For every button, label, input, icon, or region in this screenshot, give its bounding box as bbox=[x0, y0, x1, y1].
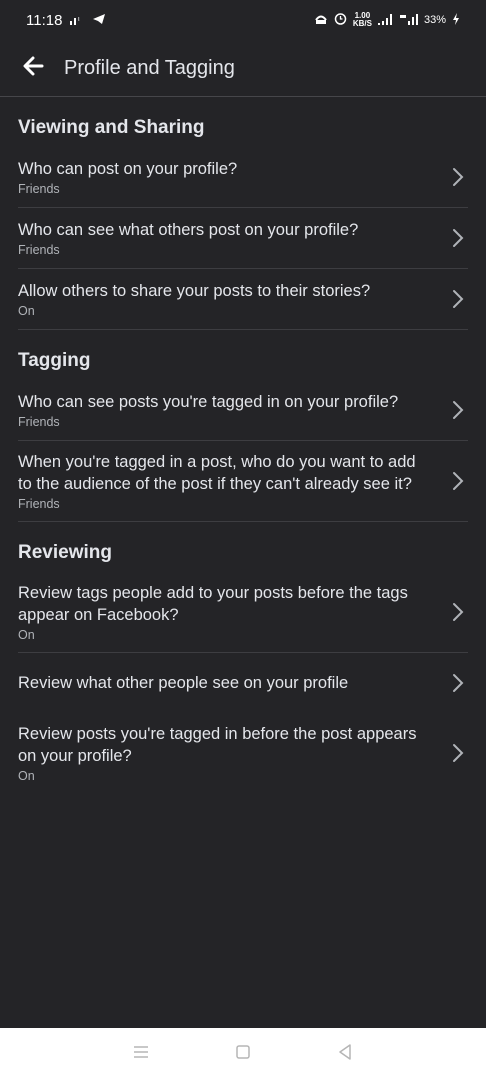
charging-icon bbox=[452, 12, 460, 28]
row-text: Who can post on your profile? Friends bbox=[18, 158, 448, 196]
row-label: Review tags people add to your posts bef… bbox=[18, 584, 408, 624]
nav-menu-button[interactable] bbox=[129, 1042, 153, 1066]
svg-text:ι: ι bbox=[78, 16, 80, 23]
row-text: Who can see posts you're tagged in on yo… bbox=[18, 391, 448, 429]
section-title: Tagging bbox=[18, 350, 91, 371]
status-time: 11:18 bbox=[26, 11, 63, 29]
setting-review-profile-view[interactable]: Review what other people see on your pro… bbox=[18, 653, 468, 713]
setting-tagged-audience[interactable]: When you're tagged in a post, who do you… bbox=[18, 441, 468, 521]
nav-home-button[interactable] bbox=[231, 1042, 255, 1066]
home-square-icon bbox=[236, 1044, 250, 1064]
row-text: Review tags people add to your posts bef… bbox=[18, 582, 448, 642]
vpn-icon bbox=[314, 13, 328, 28]
chevron-right-icon bbox=[448, 741, 468, 765]
row-value: Friends bbox=[18, 243, 60, 257]
system-nav-bar bbox=[0, 1028, 486, 1080]
network-speed: 1.00 KB/S bbox=[353, 12, 372, 28]
network-speed-unit: KB/S bbox=[352, 19, 372, 28]
row-label: Review what other people see on your pro… bbox=[18, 674, 349, 692]
section-viewing-and-sharing: Viewing and Sharing Who can post on your… bbox=[0, 97, 486, 329]
alarm-icon bbox=[334, 12, 347, 28]
back-button[interactable] bbox=[18, 53, 48, 83]
section-reviewing: Reviewing Review tags people add to your… bbox=[0, 522, 486, 793]
row-text: Review what other people see on your pro… bbox=[18, 672, 448, 694]
row-value: On bbox=[18, 769, 35, 783]
setting-allow-share-to-stories[interactable]: Allow others to share your posts to thei… bbox=[18, 269, 468, 329]
setting-who-can-see-others-posts[interactable]: Who can see what others post on your pro… bbox=[18, 208, 468, 269]
app-bar: Profile and Tagging bbox=[0, 40, 486, 97]
page-title: Profile and Tagging bbox=[64, 56, 235, 79]
row-label: Who can post on your profile? bbox=[18, 160, 238, 178]
section-title: Viewing and Sharing bbox=[18, 117, 205, 138]
row-text: Review posts you're tagged in before the… bbox=[18, 723, 448, 783]
row-value: On bbox=[18, 628, 35, 642]
chevron-right-icon bbox=[448, 226, 468, 250]
row-label: Review posts you're tagged in before the… bbox=[18, 725, 417, 765]
chevron-right-icon bbox=[448, 600, 468, 624]
setting-who-can-post[interactable]: Who can post on your profile? Friends bbox=[18, 147, 468, 208]
chevron-right-icon bbox=[448, 165, 468, 189]
battery-level: 33% bbox=[423, 14, 446, 26]
signal-bars-icon bbox=[377, 13, 394, 28]
row-text: Who can see what others post on your pro… bbox=[18, 219, 448, 257]
nav-back-button[interactable] bbox=[333, 1042, 357, 1066]
row-text: Allow others to share your posts to thei… bbox=[18, 280, 448, 318]
row-label: Who can see what others post on your pro… bbox=[18, 221, 359, 239]
telegram-icon bbox=[92, 13, 106, 28]
signal-small-icon: ι bbox=[70, 13, 84, 28]
setting-review-tags[interactable]: Review tags people add to your posts bef… bbox=[18, 572, 468, 653]
chevron-right-icon bbox=[448, 671, 468, 695]
chevron-right-icon bbox=[448, 398, 468, 422]
status-bar: 11:18 ι 1.00 KB/S 33% bbox=[0, 0, 486, 40]
row-label: Allow others to share your posts to thei… bbox=[18, 282, 371, 300]
chevron-right-icon bbox=[448, 469, 468, 493]
lte-signal-icon bbox=[399, 13, 418, 28]
section-tagging: Tagging Who can see posts you're tagged … bbox=[0, 330, 486, 521]
row-value: On bbox=[18, 304, 35, 318]
setting-review-tagged-posts[interactable]: Review posts you're tagged in before the… bbox=[18, 713, 468, 793]
row-value: Friends bbox=[18, 182, 60, 196]
section-title: Reviewing bbox=[18, 542, 112, 563]
status-right: 1.00 KB/S 33% bbox=[314, 12, 460, 28]
chevron-right-icon bbox=[448, 287, 468, 311]
status-left: 11:18 ι bbox=[26, 12, 106, 29]
row-label: Who can see posts you're tagged in on yo… bbox=[18, 393, 399, 411]
row-text: When you're tagged in a post, who do you… bbox=[18, 451, 448, 511]
menu-icon bbox=[133, 1045, 149, 1063]
row-value: Friends bbox=[18, 497, 60, 511]
arrow-left-icon bbox=[22, 56, 44, 81]
row-label: When you're tagged in a post, who do you… bbox=[18, 453, 416, 493]
setting-who-can-see-tagged-posts[interactable]: Who can see posts you're tagged in on yo… bbox=[18, 380, 468, 441]
row-value: Friends bbox=[18, 415, 60, 429]
back-triangle-icon bbox=[338, 1043, 352, 1065]
